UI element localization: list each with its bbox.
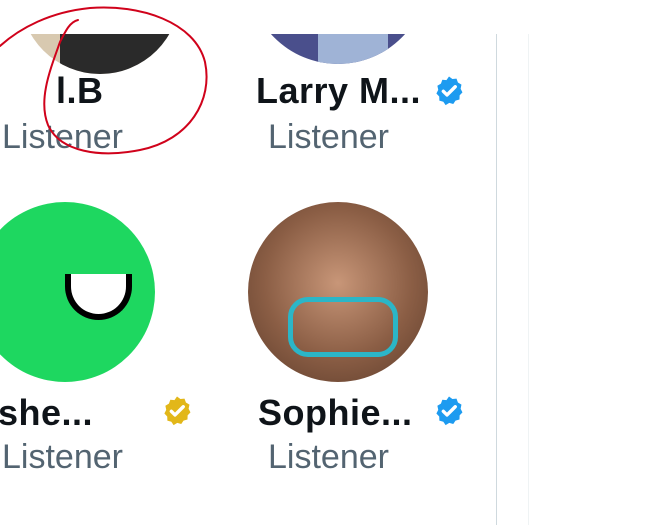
verified-badge-icon bbox=[432, 74, 466, 108]
avatar-photo-shape bbox=[60, 34, 180, 74]
listener-2-role: Listener bbox=[268, 118, 389, 156]
column-divider bbox=[496, 34, 497, 525]
listener-3-role: Listener bbox=[2, 438, 123, 476]
listener-4-name: Sophie... bbox=[258, 392, 413, 433]
avatar-photo-shape bbox=[318, 34, 388, 64]
listener-1-name: l.B bbox=[56, 70, 104, 111]
avatar-listener-3[interactable] bbox=[0, 202, 155, 382]
gold-verified-badge-icon bbox=[160, 394, 194, 428]
listener-2-name: Larry M... bbox=[256, 70, 422, 111]
avatar-mouth-shape bbox=[65, 274, 132, 320]
avatar-listener-2[interactable] bbox=[248, 34, 428, 64]
listener-1-role: Listener bbox=[2, 118, 123, 156]
verified-badge-icon bbox=[432, 394, 466, 428]
avatar-listener-1[interactable] bbox=[20, 34, 180, 74]
avatar-listener-4[interactable] bbox=[248, 202, 428, 382]
top-blank-band bbox=[0, 0, 645, 34]
listener-3-name: she... bbox=[0, 392, 94, 433]
listener-4-role: Listener bbox=[268, 438, 389, 476]
column-divider-light bbox=[528, 34, 529, 525]
avatar-outfit-shape bbox=[288, 297, 398, 357]
